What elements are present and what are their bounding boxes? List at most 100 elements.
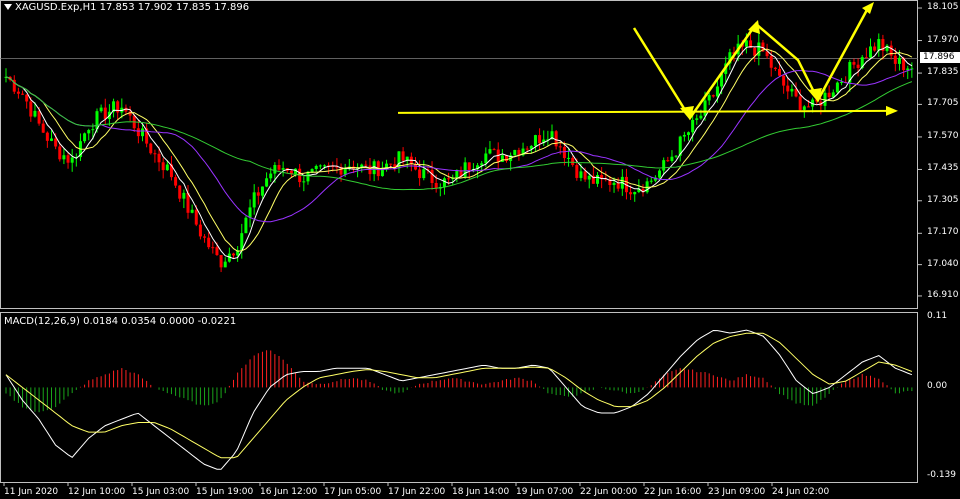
forecast-arrowhead-up [862,2,874,14]
candle-body [525,148,529,150]
candle-body [273,165,277,174]
candle-body [260,186,264,196]
candle-body [37,110,41,124]
candle-body [513,149,517,156]
candle-body [401,151,405,161]
candle-body [29,101,33,117]
forecast-arrowhead-down [680,106,694,120]
candle-body [203,236,207,238]
time-tick-label: 24 Jun 02:00 [772,487,830,497]
candle-body [786,85,790,92]
symbol-header: XAGUSD.Exp,H1 17.853 17.902 17.835 17.89… [4,2,249,13]
price-tick-label: 17.705 [927,98,959,109]
candle-body [467,162,471,170]
candle-body [612,182,616,186]
time-tick-label: 23 Jun 09:00 [708,487,766,497]
candle-body [323,165,326,167]
candle-body [219,255,223,268]
price-tick-label: 17.435 [927,163,959,174]
price-tick-label: 18.105 [927,2,959,13]
candle-body [674,155,678,157]
candle-body [798,96,802,110]
candle-body [54,138,58,147]
candle-body [232,253,235,256]
time-tick-label: 12 Jun 10:00 [68,487,126,497]
candle-body [790,88,794,92]
candle-body [269,173,273,179]
candle-body [583,171,587,180]
candle-body [422,169,426,179]
candle-body [343,168,347,175]
candle-body [840,81,844,83]
candle-body [418,169,422,179]
candle-body [687,132,690,135]
candle-body [306,171,310,182]
candle-body [856,64,860,68]
candle-body [455,170,459,178]
candle-body [703,100,707,116]
time-tick-label: 22 Jun 16:00 [644,487,702,497]
candle-body [364,164,368,166]
horizontal-level-arrowhead [886,105,898,116]
candle-body [538,135,542,144]
candle-body [157,153,161,163]
candle-body [414,164,417,170]
candle-body [314,165,318,170]
candle-body [782,75,786,86]
candle-body [91,129,95,131]
candle-body [484,153,488,164]
candle-body [178,185,182,199]
horizontal-level-line [397,109,891,114]
candle-body [575,165,579,178]
macd-tick-label: 0.00 [927,381,948,392]
price-tick-label: 17.305 [927,194,959,205]
candle-body [310,169,314,172]
candle-body [533,135,537,146]
candle-body [707,95,711,101]
candle-body [58,146,62,160]
chart-canvas [0,0,922,486]
candle-body [658,170,662,178]
candle-body [87,130,91,134]
candle-body [99,107,103,112]
symbol-header-text: XAGUSD.Exp,H1 17.853 17.902 17.835 17.89… [15,2,250,13]
candle-body [136,128,140,137]
candle-body [215,247,219,256]
macd-main-line [5,329,913,470]
candle-body [265,178,269,187]
candle-body [558,146,562,148]
price-tick-label: 17.835 [927,67,959,78]
forecast-zigzag-line [632,7,870,121]
candle-body [389,163,393,165]
candle-body [174,177,178,186]
candle-body [244,217,248,234]
forecast-arrowhead-dip [808,88,822,102]
candle-body [33,110,37,117]
macd-tick-label: -0.139 [927,470,957,481]
time-tick-label: 18 Jun 14:00 [452,487,510,497]
candle-body [711,95,715,97]
candle-body [827,92,831,98]
candle-body [835,82,839,93]
candle-body [153,153,157,155]
candle-body [141,128,144,137]
candle-body [778,68,781,76]
candle-body [83,133,87,142]
candle-body [149,143,153,154]
candle-body [869,46,872,58]
candle-body [633,191,637,195]
candle-body [45,132,49,141]
price-tick-label: 16.910 [927,289,959,300]
candle-body [616,182,620,189]
candle-body [318,165,322,167]
time-tick-label: 22 Jun 00:00 [580,487,638,497]
candle-body [587,175,591,180]
dropdown-triangle-icon[interactable] [4,4,12,10]
candle-body [715,86,719,97]
candle-body [695,118,699,120]
candle-body [302,181,306,183]
candle-body [873,46,877,51]
candle-body [223,261,227,268]
time-tick-label: 15 Jun 19:00 [196,487,254,497]
macd-signal-line [5,332,913,459]
